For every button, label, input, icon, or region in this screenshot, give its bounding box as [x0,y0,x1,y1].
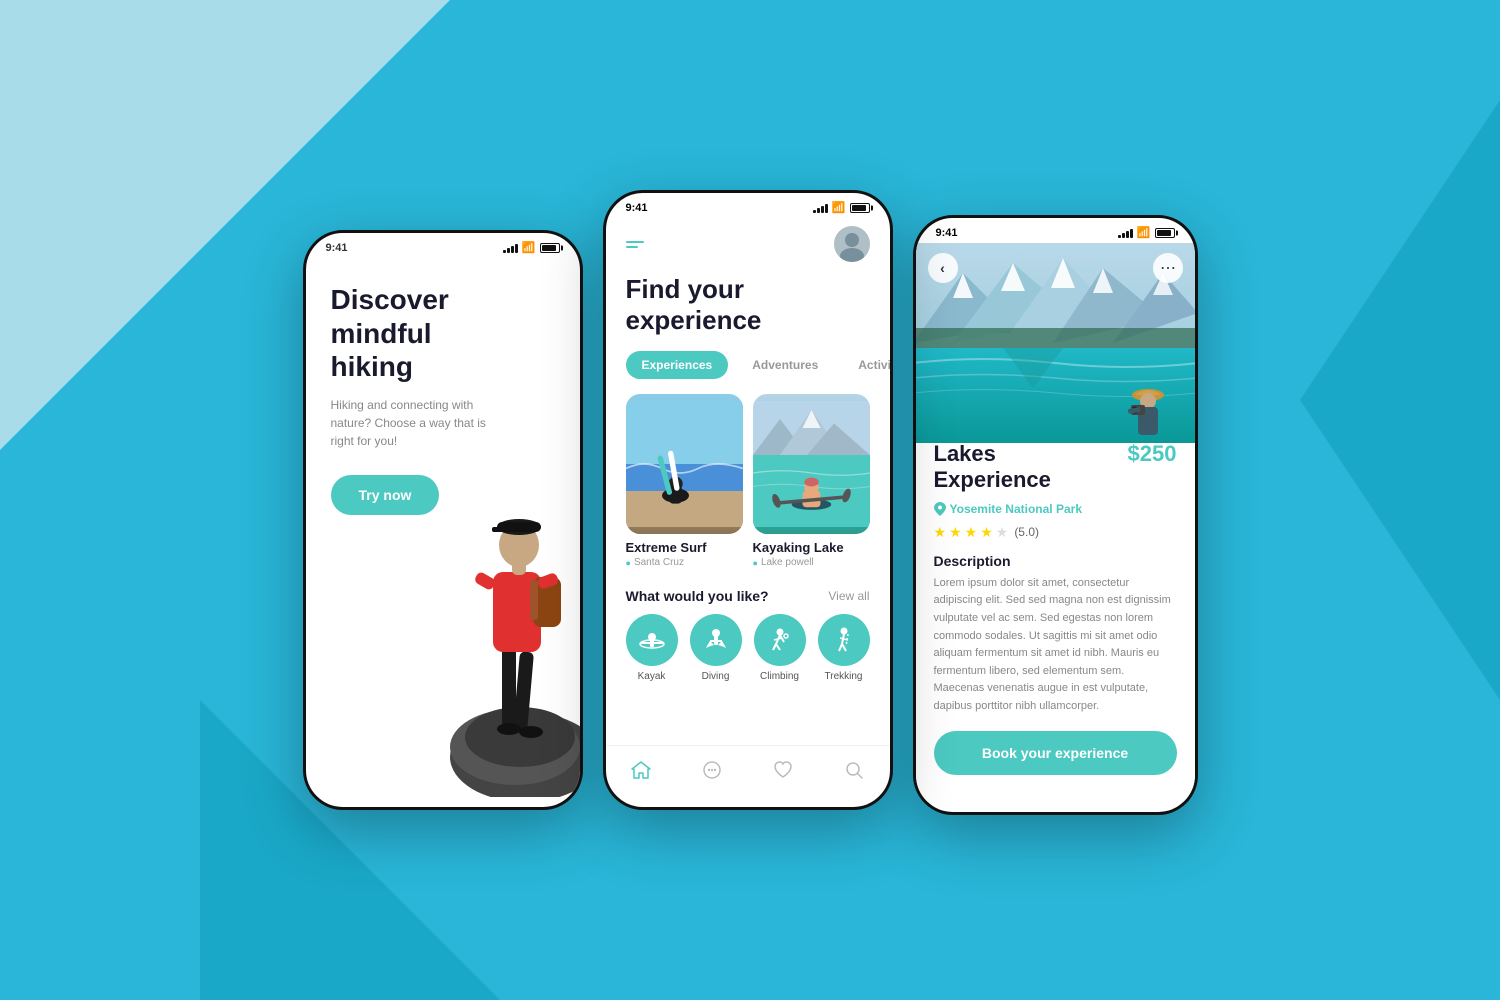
lake-scene-svg [916,243,1195,443]
battery-icon-2 [850,203,870,213]
surf-location: ● Santa Cruz [626,557,743,568]
user-avatar[interactable] [834,226,870,262]
activities-section-header: What would you like? View all [606,583,890,614]
experience-location: Yosemite National Park [934,502,1177,516]
title2-line1: Find your [626,274,870,305]
location-name: Yosemite National Park [950,502,1083,516]
tab-experiences[interactable]: Experiences [626,351,729,379]
try-now-button[interactable]: Try now [331,475,440,515]
wifi-icon-3: 📶 [1137,226,1151,239]
title-line2: mindful hiking [331,318,432,383]
tab-bar: Experiences Adventures Activities [606,351,890,394]
diving-icon [690,614,742,666]
nav-heart[interactable] [771,758,795,782]
star-4: ★ [980,524,993,541]
nav-home[interactable] [629,758,653,782]
section-title: What would you like? [626,588,769,604]
trekking-icon [818,614,870,666]
signal-icon-1 [503,243,518,253]
kayak-icon [626,614,678,666]
experience-price: $250 [1128,441,1177,467]
hiker-svg [430,417,580,797]
activity-diving[interactable]: Diving [690,614,742,682]
hiker-illustration [430,417,580,797]
activity-kayak[interactable]: Kayak [626,614,678,682]
surf-image [626,394,743,534]
phone-2-header [606,218,890,274]
wifi-icon-1: 📶 [522,241,536,254]
climbing-icon [754,614,806,666]
phone-2: 9:41 📶 [603,190,893,810]
kayak-location: ● Lake powell [753,557,870,568]
title2-line2: experience [626,305,870,336]
status-icons-2: 📶 [813,201,870,214]
location-pin-icon: ● [626,558,631,568]
rating-value: (5.0) [1014,525,1039,539]
back-button[interactable]: ‹ [928,253,958,283]
diving-label: Diving [702,671,730,682]
location-pin-icon-2: ● [753,558,758,568]
more-button[interactable]: ⋯ [1153,253,1183,283]
experience-title: LakesExperience [934,441,1051,494]
time-1: 9:41 [326,242,348,254]
phone-1-title: Discover mindful hiking [331,283,501,384]
surf-title: Extreme Surf [626,540,743,555]
tab-adventures[interactable]: Adventures [736,351,834,379]
book-button[interactable]: Book your experience [934,731,1177,775]
time-3: 9:41 [936,227,958,239]
wifi-icon-2: 📶 [832,201,846,214]
status-icons-3: 📶 [1118,226,1175,239]
battery-icon-1 [540,243,560,253]
battery-icon-3 [1155,228,1175,238]
nav-chat[interactable] [700,758,724,782]
activities-row: Kayak Diving [606,614,890,697]
phone-1-content: Discover mindful hiking Hiking and conne… [306,258,580,797]
tab-activities[interactable]: Activities [842,351,892,379]
phone-2-title: Find your experience [606,274,890,351]
kayak-card[interactable]: Kayaking Lake ● Lake powell [753,394,870,568]
status-bar-2: 9:41 📶 [606,193,890,218]
phone-2-content: Find your experience Experiences Adventu… [606,218,890,797]
detail-content: LakesExperience $250 Yosemite National P… [916,423,1195,802]
menu-icon[interactable] [626,241,644,248]
activity-trekking[interactable]: Trekking [818,614,870,682]
star-1: ★ [934,524,947,541]
star-2: ★ [949,524,962,541]
status-bar-1: 9:41 📶 [306,233,580,258]
trekking-label: Trekking [825,671,863,682]
status-bar-3: 9:41 📶 [916,218,1195,243]
phone-1: 9:41 📶 Discover mindful hiking Hiking an… [303,230,583,810]
title-price-row: LakesExperience $250 [934,441,1177,494]
cards-row: Extreme Surf ● Santa Cruz [606,394,890,583]
signal-icon-2 [813,203,828,213]
signal-icon-3 [1118,228,1133,238]
star-3: ★ [965,524,978,541]
description-heading: Description [934,553,1177,569]
description-body: Lorem ipsum dolor sit amet, consectetur … [934,575,1177,716]
phones-container: 9:41 📶 Discover mindful hiking Hiking an… [303,185,1198,815]
location-pin-icon-3 [934,502,946,516]
nav-search[interactable] [842,758,866,782]
climbing-label: Climbing [760,671,799,682]
hero-image: ‹ ⋯ [916,243,1195,443]
phone-3-content: ‹ ⋯ LakesExperience $250 Yosemite Nation… [916,243,1195,802]
star-5: ★ [996,524,1009,541]
view-all-link[interactable]: View all [828,589,869,603]
bottom-nav [606,745,890,797]
kayak-label: Kayak [638,671,666,682]
status-icons-1: 📶 [503,241,560,254]
time-2: 9:41 [626,202,648,214]
surf-card[interactable]: Extreme Surf ● Santa Cruz [626,394,743,568]
kayak-image [753,394,870,534]
rating-row: ★ ★ ★ ★ ★ (5.0) [934,524,1177,541]
title-line1: Discover [331,284,449,315]
phone-3: 9:41 📶 [913,215,1198,815]
activity-climbing[interactable]: Climbing [754,614,806,682]
bg-shape-right [1300,100,1500,700]
kayak-title: Kayaking Lake [753,540,870,555]
